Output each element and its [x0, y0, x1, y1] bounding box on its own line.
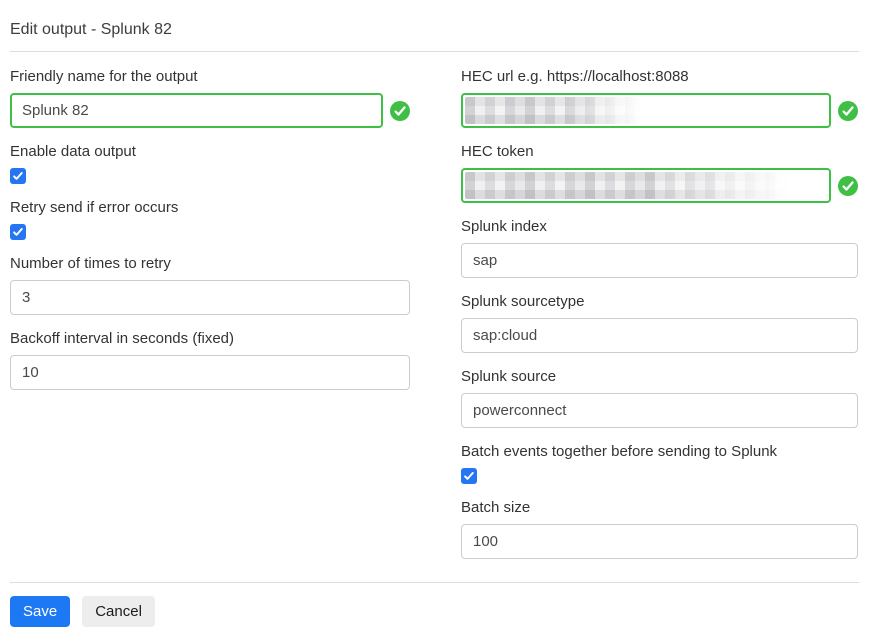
friendly-name-input-row: [10, 93, 410, 128]
field-hec-url: HEC url e.g. https://localhost:8088: [461, 68, 858, 128]
friendly-name-label: Friendly name for the output: [10, 68, 410, 85]
batch-events-checkbox[interactable]: [461, 468, 477, 484]
field-backoff-interval: Backoff interval in seconds (fixed): [10, 330, 410, 390]
valid-check-icon: [838, 101, 858, 121]
field-retry-on-error: Retry send if error occurs: [10, 199, 410, 240]
page-title: Edit output - Splunk 82: [10, 20, 859, 39]
field-batch-events: Batch events together before sending to …: [461, 443, 858, 484]
retry-count-label: Number of times to retry: [10, 255, 410, 272]
hec-token-input[interactable]: [461, 168, 831, 203]
field-splunk-sourcetype: Splunk sourcetype: [461, 293, 858, 353]
field-retry-count: Number of times to retry: [10, 255, 410, 315]
hec-token-input-row: [461, 168, 858, 203]
footer-divider: [10, 582, 859, 583]
form-column-right: HEC url e.g. https://localhost:8088 HEC t…: [461, 68, 858, 574]
backoff-interval-input-row: [10, 355, 410, 390]
valid-check-icon: [390, 101, 410, 121]
batch-size-label: Batch size: [461, 499, 858, 516]
splunk-source-input-row: [461, 393, 858, 428]
field-enable-data-output: Enable data output: [10, 143, 410, 184]
backoff-interval-label: Backoff interval in seconds (fixed): [10, 330, 410, 347]
splunk-sourcetype-input-row: [461, 318, 858, 353]
splunk-index-input[interactable]: [461, 243, 858, 278]
enable-data-output-checkbox[interactable]: [10, 168, 26, 184]
form-column-left: Friendly name for the output Enable data …: [10, 68, 410, 405]
splunk-index-input-row: [461, 243, 858, 278]
edit-output-page: Edit output - Splunk 82 Friendly name fo…: [0, 0, 869, 641]
retry-on-error-label: Retry send if error occurs: [10, 199, 410, 216]
hec-token-label: HEC token: [461, 143, 858, 160]
header-divider: [10, 51, 859, 52]
check-icon: [12, 170, 24, 182]
hec-url-input-row: [461, 93, 858, 128]
check-icon: [463, 470, 475, 482]
batch-size-input[interactable]: [461, 524, 858, 559]
hec-url-valid-badge: [838, 101, 858, 121]
valid-check-icon: [838, 176, 858, 196]
field-splunk-index: Splunk index: [461, 218, 858, 278]
check-icon: [12, 226, 24, 238]
field-batch-size: Batch size: [461, 499, 858, 559]
retry-on-error-checkbox[interactable]: [10, 224, 26, 240]
form-columns: Friendly name for the output Enable data …: [10, 68, 859, 574]
batch-events-label: Batch events together before sending to …: [461, 443, 858, 460]
friendly-name-valid-badge: [390, 101, 410, 121]
form-actions: Save Cancel: [10, 596, 859, 641]
batch-size-input-row: [461, 524, 858, 559]
save-button[interactable]: Save: [10, 596, 70, 627]
splunk-sourcetype-input[interactable]: [461, 318, 858, 353]
cancel-button[interactable]: Cancel: [82, 596, 155, 627]
hec-url-input[interactable]: [461, 93, 831, 128]
splunk-source-input[interactable]: [461, 393, 858, 428]
splunk-sourcetype-label: Splunk sourcetype: [461, 293, 858, 310]
retry-count-input[interactable]: [10, 280, 410, 315]
splunk-source-label: Splunk source: [461, 368, 858, 385]
field-friendly-name: Friendly name for the output: [10, 68, 410, 128]
hec-url-label: HEC url e.g. https://localhost:8088: [461, 68, 858, 85]
enable-data-output-label: Enable data output: [10, 143, 410, 160]
retry-count-input-row: [10, 280, 410, 315]
friendly-name-input[interactable]: [10, 93, 383, 128]
field-splunk-source: Splunk source: [461, 368, 858, 428]
field-hec-token: HEC token: [461, 143, 858, 203]
splunk-index-label: Splunk index: [461, 218, 858, 235]
backoff-interval-input[interactable]: [10, 355, 410, 390]
hec-token-valid-badge: [838, 176, 858, 196]
